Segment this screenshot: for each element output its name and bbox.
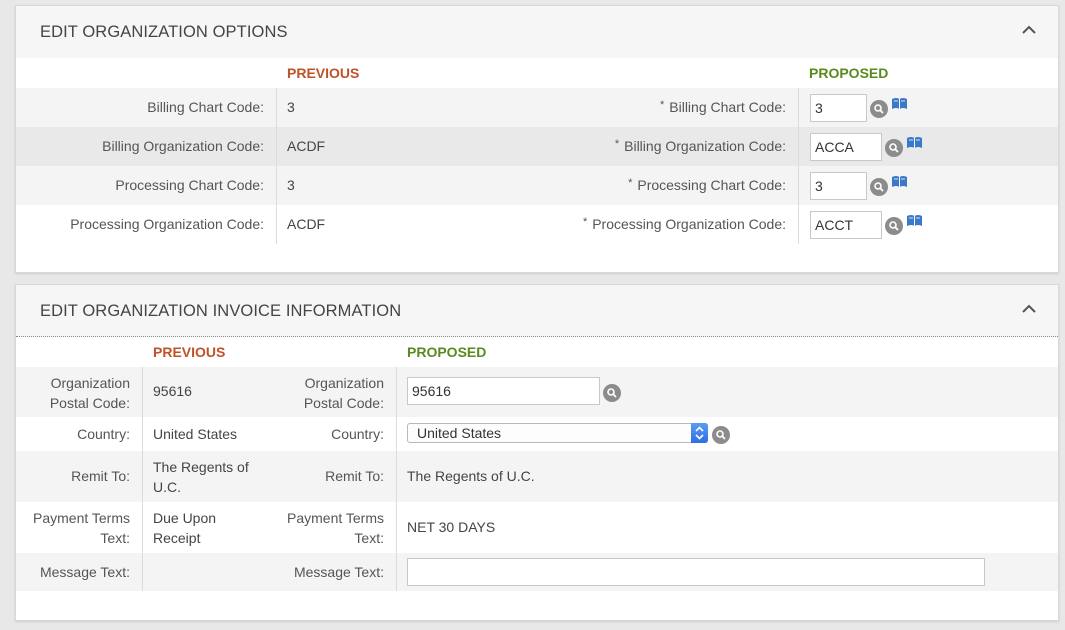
label-text: Billing Chart Code: xyxy=(669,99,786,115)
remit-to-proposed: The Regents of U.C. xyxy=(407,468,535,484)
processing-org-code-input[interactable]: ACCT xyxy=(810,211,882,239)
processing-chart-code-previous: 3 xyxy=(287,177,295,193)
value-line: Due Upon xyxy=(153,510,217,526)
billing-org-code-label: Billing Organization Code: xyxy=(102,138,264,154)
label-line: Text: xyxy=(354,530,384,546)
billing-chart-code-proposed-label: * Billing Chart Code: xyxy=(660,99,786,115)
divider xyxy=(276,88,277,244)
remit-to-proposed-label: Remit To: xyxy=(325,468,384,484)
required-mark: * xyxy=(628,177,633,189)
postal-code-label: Organization Postal Code: xyxy=(50,373,130,413)
processing-org-code-label: Processing Organization Code: xyxy=(70,216,264,232)
processing-org-code-previous: ACDF xyxy=(287,216,326,232)
label-line: Postal Code: xyxy=(303,395,384,411)
value-line: The Regents of xyxy=(153,459,249,475)
select-arrows-icon xyxy=(691,423,708,443)
required-mark: * xyxy=(582,216,588,228)
label-line: Payment Terms xyxy=(33,510,130,526)
message-text-input[interactable] xyxy=(407,558,985,586)
billing-chart-code-label: Billing Chart Code: xyxy=(147,99,264,115)
chevron-up-icon[interactable] xyxy=(1020,22,1038,38)
chevron-up-icon[interactable] xyxy=(1020,301,1038,317)
postal-code-proposed-label: Organization Postal Code: xyxy=(304,373,384,413)
country-select[interactable]: United States xyxy=(407,423,708,443)
remit-to-previous: The Regents of U.C. xyxy=(153,457,249,497)
payment-terms-previous: Due Upon Receipt xyxy=(153,508,216,548)
label-text: Billing Organization Code: xyxy=(624,138,786,154)
payment-terms-proposed-label: Payment Terms Text: xyxy=(287,508,384,548)
label-line: Organization xyxy=(50,375,130,391)
book-icon[interactable] xyxy=(906,214,923,228)
processing-chart-code-proposed-label: * Processing Chart Code: xyxy=(628,177,786,193)
book-icon[interactable] xyxy=(891,97,908,111)
processing-chart-code-input[interactable]: 3 xyxy=(810,172,867,200)
divider xyxy=(142,367,143,591)
value-line: Receipt xyxy=(153,530,201,546)
panel-header: EDIT ORGANIZATION OPTIONS xyxy=(16,6,1058,58)
remit-to-label: Remit To: xyxy=(71,468,130,484)
billing-chart-code-input[interactable]: 3 xyxy=(810,94,867,122)
proposed-header: PROPOSED xyxy=(809,65,889,81)
country-label: Country: xyxy=(77,426,130,442)
search-icon[interactable] xyxy=(870,178,888,196)
previous-header: PREVIOUS xyxy=(287,65,360,81)
divider xyxy=(396,367,397,591)
required-mark: * xyxy=(659,99,665,111)
panel-header: EDIT ORGANIZATION INVOICE INFORMATION xyxy=(16,285,1058,337)
search-icon[interactable] xyxy=(603,384,621,402)
message-text-label: Message Text: xyxy=(39,564,130,580)
panel-title: EDIT ORGANIZATION INVOICE INFORMATION xyxy=(40,302,402,320)
panel-title: EDIT ORGANIZATION OPTIONS xyxy=(40,23,288,41)
search-icon[interactable] xyxy=(870,100,888,118)
country-proposed-label: Country: xyxy=(331,426,384,442)
label-line: Postal Code: xyxy=(49,395,130,411)
search-icon[interactable] xyxy=(885,217,903,235)
book-icon[interactable] xyxy=(891,175,908,189)
header-divider xyxy=(16,336,1058,337)
country-previous: United States xyxy=(153,426,238,442)
label-text: Processing Organization Code: xyxy=(592,216,786,232)
processing-chart-code-label: Processing Chart Code: xyxy=(115,177,264,193)
billing-org-code-proposed-label: * Billing Organization Code: xyxy=(615,138,786,154)
edit-organization-options-panel: EDIT ORGANIZATION OPTIONS PREVIOUS PROPO… xyxy=(15,5,1059,273)
label-line: Text: xyxy=(100,530,130,546)
billing-org-code-input[interactable]: ACCA xyxy=(810,133,882,161)
previous-header: PREVIOUS xyxy=(153,344,226,360)
label-line: Organization xyxy=(304,375,384,391)
label-line: Payment Terms xyxy=(287,510,384,526)
message-text-proposed-label: Message Text: xyxy=(293,564,384,580)
postal-code-previous: 95616 xyxy=(153,383,192,399)
billing-org-code-previous: ACDF xyxy=(287,138,326,154)
edit-organization-invoice-panel: EDIT ORGANIZATION INVOICE INFORMATION PR… xyxy=(15,284,1059,621)
search-icon[interactable] xyxy=(885,139,903,157)
payment-terms-proposed: NET 30 DAYS xyxy=(407,519,496,535)
required-mark: * xyxy=(614,138,620,150)
divider xyxy=(798,88,799,244)
value-line: U.C. xyxy=(153,479,181,495)
country-select-value: United States xyxy=(417,425,502,441)
label-text: Processing Chart Code: xyxy=(637,177,786,193)
book-icon[interactable] xyxy=(906,136,923,150)
proposed-header: PROPOSED xyxy=(407,344,487,360)
processing-org-code-proposed-label: * Processing Organization Code: xyxy=(583,216,786,232)
postal-code-input[interactable]: 95616 xyxy=(407,377,600,405)
search-icon[interactable] xyxy=(712,426,730,444)
billing-chart-code-previous: 3 xyxy=(287,99,295,115)
payment-terms-label: Payment Terms Text: xyxy=(33,508,130,548)
